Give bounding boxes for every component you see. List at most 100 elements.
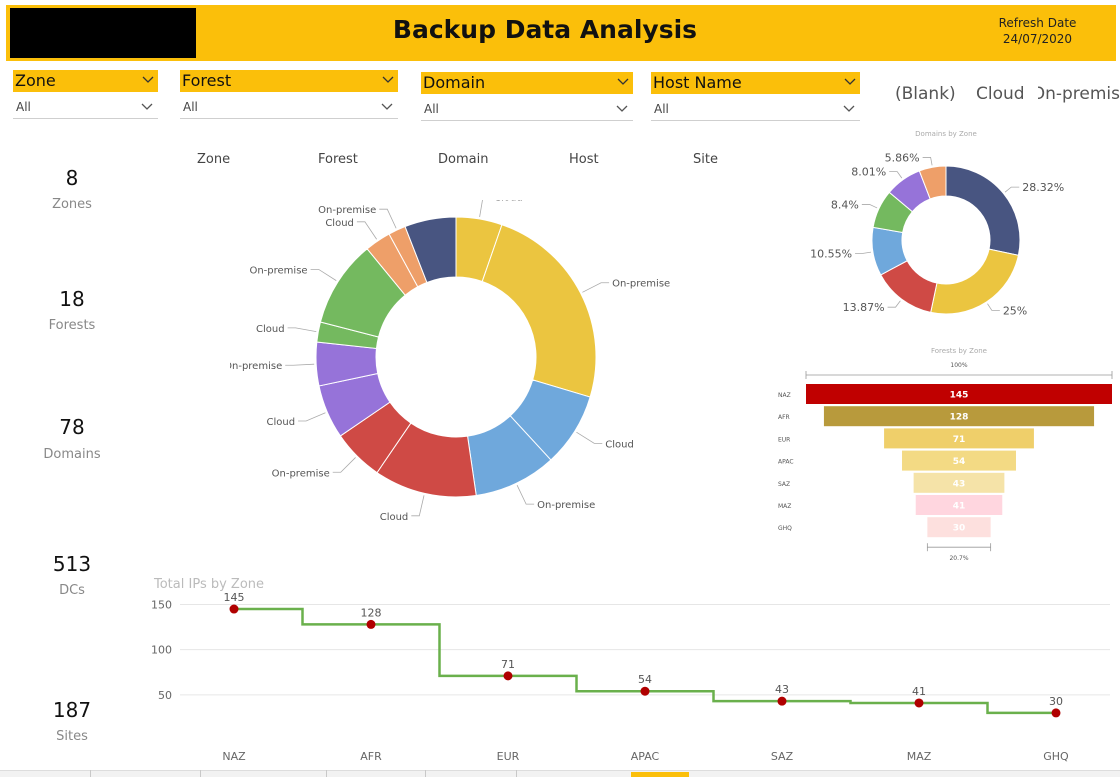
- slicer-forest-value: All: [183, 100, 198, 114]
- main-donut-leader-line: [379, 208, 397, 229]
- funnel-category-label: APAC: [778, 459, 794, 466]
- step-chart-marker: [914, 698, 924, 708]
- step-chart-y-tick: 50: [158, 689, 172, 702]
- domains-by-zone-title: Domains by Zone: [915, 130, 977, 138]
- main-donut-slice: [481, 224, 597, 398]
- chevron-down-icon: [617, 78, 629, 85]
- page-title: Backup Data Analysis: [392, 15, 698, 44]
- kpi-zones-label: Zones: [52, 197, 92, 212]
- step-chart-marker: [229, 604, 239, 614]
- funnel-value-label: 41: [953, 502, 966, 512]
- zone-donut-label: 28.32%: [1022, 181, 1064, 194]
- main-donut-leader-line: [310, 268, 337, 281]
- step-chart-marker: [640, 686, 650, 696]
- slicer-domain-header[interactable]: Domain: [421, 72, 633, 94]
- kpi-domains-label: Domains: [43, 447, 101, 462]
- step-chart-marker: [503, 671, 513, 681]
- funnel-category-label: EUR: [778, 436, 790, 443]
- slicer-domain-label: Domain: [423, 73, 486, 92]
- main-donut-label: Cloud: [267, 417, 296, 428]
- main-donut-label: Cloud: [325, 218, 354, 229]
- zone-donut-slice: [945, 165, 1021, 256]
- page-tab-divider: [425, 770, 426, 777]
- chevron-down-icon: [844, 78, 856, 85]
- main-donut-label: Cloud: [380, 512, 409, 523]
- filter-on-premise-label: On-premis: [1038, 84, 1120, 104]
- nav-domain[interactable]: Domain: [438, 152, 488, 167]
- slicer-host-name-value: All: [654, 102, 669, 116]
- step-chart-marker: [366, 619, 376, 629]
- chevron-down-icon: [142, 76, 154, 83]
- main-donut-label: Cloud: [494, 200, 523, 203]
- total-ips-by-zone-chart[interactable]: Total IPs by Zone 50 100 150 145 NAZ 128 AFR 71 E…: [140, 570, 1115, 768]
- forests-by-zone-funnel[interactable]: Forests by Zone 100% NAZ 145 AFR 128 EUR 71 APAC…: [770, 340, 1120, 565]
- kpi-forests-value: 18: [59, 287, 85, 311]
- step-chart-x-tick: MAZ: [907, 750, 932, 763]
- slicer-zone-header[interactable]: Zone: [13, 70, 158, 92]
- nav-forest[interactable]: Forest: [318, 152, 358, 167]
- page-tab-divider: [516, 770, 517, 777]
- filter-blank-button[interactable]: (Blank): [895, 84, 956, 104]
- main-donut-label: On-premise: [249, 265, 307, 276]
- kpi-dcs-value: 513: [52, 552, 92, 576]
- funnel-category-label: SAZ: [778, 481, 790, 488]
- kpi-domains-value: 78: [59, 415, 85, 439]
- header-bar: Backup Data Analysis Refresh Date 24/07/…: [0, 0, 1120, 64]
- funnel-title: Forests by Zone: [931, 347, 987, 355]
- nav-host[interactable]: Host: [569, 152, 599, 167]
- chevron-down-icon: [381, 103, 393, 110]
- kpi-forests-label: Forests: [48, 318, 96, 333]
- funnel-value-label: 54: [953, 457, 966, 467]
- zone-donut-label: 5.86%: [885, 151, 920, 164]
- main-donut-leader-line: [411, 495, 425, 517]
- step-chart-x-tick: EUR: [497, 750, 520, 763]
- zone-donut-leader-line: [861, 204, 878, 209]
- funnel-value-label: 43: [953, 479, 966, 489]
- main-donut-label: On-premise: [537, 500, 595, 511]
- kpi-sites-label: Sites: [56, 729, 88, 744]
- slicer-forest-header[interactable]: Forest: [180, 70, 398, 92]
- main-donut-leader-line: [576, 431, 603, 444]
- slicer-host-name-header[interactable]: Host Name: [651, 72, 860, 94]
- slicer-forest-label: Forest: [182, 71, 232, 90]
- domains-by-zone-chart[interactable]: Domains by Zone 28.32% 25% 13.87% 10.55% 8.4%…: [800, 124, 1110, 324]
- slicer-zone-dropdown[interactable]: All: [13, 95, 158, 119]
- zone-donut-leader-line: [922, 157, 933, 166]
- zone-donut-label: 25%: [1003, 304, 1027, 317]
- zone-donut-leader-line: [1004, 186, 1020, 193]
- funnel-value-label: 145: [950, 391, 969, 401]
- step-chart-line: [234, 607, 1056, 715]
- funnel-category-label: AFR: [778, 414, 790, 421]
- step-chart-value-label: 71: [501, 658, 515, 671]
- main-donut-leader-line: [356, 221, 377, 240]
- step-chart-marker: [1051, 708, 1061, 718]
- filter-on-premise-button[interactable]: On-premis: [1038, 84, 1120, 104]
- slicer-host-name-dropdown[interactable]: All: [651, 97, 860, 121]
- slicer-domain-dropdown[interactable]: All: [421, 97, 633, 121]
- kpi-zones-value: 8: [65, 166, 79, 190]
- refresh-date: 24/07/2020: [1002, 32, 1073, 46]
- slicer-forest-dropdown[interactable]: All: [180, 95, 398, 119]
- main-donut-label: On-premise: [612, 279, 670, 290]
- main-donut-chart[interactable]: Cloud On-premise Cloud On-premise Cloud On-pr…: [230, 200, 690, 540]
- page-tab-active[interactable]: [631, 772, 689, 777]
- filter-cloud-button[interactable]: Cloud: [976, 84, 1025, 104]
- step-chart-x-tick: GHQ: [1043, 750, 1069, 763]
- funnel-value-label: 30: [953, 524, 966, 534]
- zone-donut-label: 8.4%: [831, 199, 859, 212]
- nav-site[interactable]: Site: [693, 152, 718, 167]
- step-chart-value-label: 41: [912, 685, 926, 698]
- nav-zone[interactable]: Zone: [197, 152, 230, 167]
- main-donut-leader-line: [287, 327, 317, 333]
- chevron-down-icon: [616, 105, 628, 112]
- funnel-category-label: NAZ: [778, 392, 791, 399]
- step-chart-marker: [777, 696, 787, 706]
- funnel-category-label: GHQ: [778, 525, 792, 532]
- main-donut-label: Cloud: [256, 324, 285, 335]
- main-donut-label: On-premise: [272, 468, 330, 479]
- step-chart-value-label: 54: [638, 673, 652, 686]
- zone-donut-label: 13.87%: [843, 301, 885, 314]
- step-chart-x-tick: APAC: [631, 750, 660, 763]
- main-donut-label: On-premise: [318, 205, 376, 216]
- funnel-category-label: MAZ: [778, 503, 791, 510]
